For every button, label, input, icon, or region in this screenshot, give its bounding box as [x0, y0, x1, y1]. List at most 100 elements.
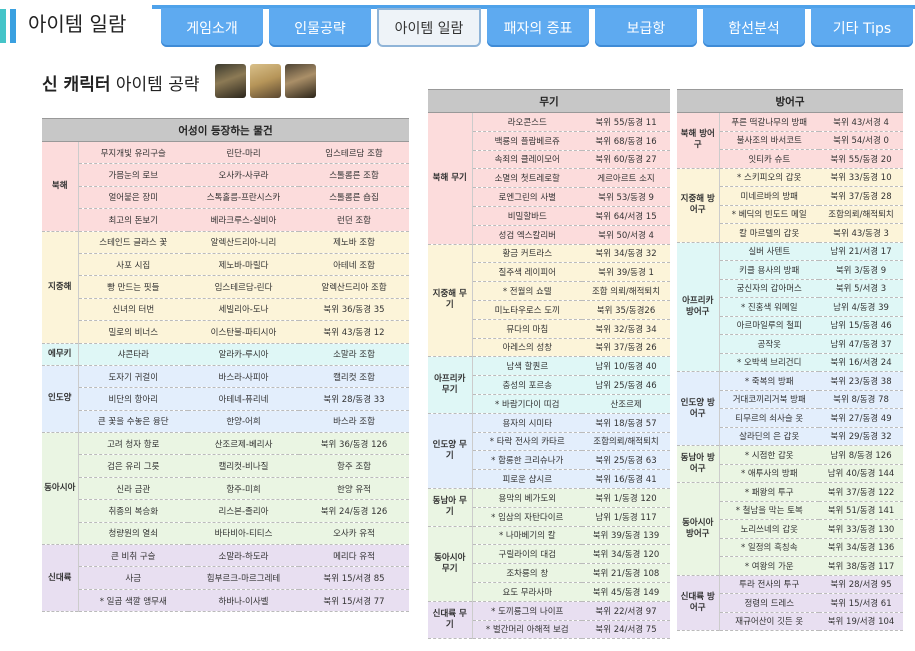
table-cell: 로엔그린의 사별: [472, 187, 582, 207]
table-cell: * 전월의 쇼텔: [472, 281, 582, 301]
table-cell: 하바나-이사벨: [188, 589, 299, 613]
tab-3[interactable]: 패자의 증표: [487, 8, 589, 47]
table-cell: 알렉산드리아 조합: [299, 275, 410, 299]
region-label: 신대륙 방어구: [677, 575, 720, 631]
table-row: 인도양 무기 용자의 시미타 북위 18/동경 57: [428, 413, 671, 489]
table-cell: * 시점한 갑옷: [719, 445, 819, 465]
table-cell: 성검 엑스칼리버: [472, 225, 582, 245]
region-label: 동아시아: [42, 432, 79, 546]
table-cell: 북위 51/동경 141: [819, 501, 904, 520]
table-row: 동남아 무기 용막의 베가도외 북위 1/동경 120: [428, 488, 671, 527]
table-cell: * 나마베기의 칼: [472, 526, 582, 546]
table-cell: 메리다 유적: [299, 544, 410, 568]
table-cell: 북위 27/동경 49: [819, 408, 904, 428]
table-cell: 투라 전사의 투구: [719, 575, 819, 594]
table-cell: 북위 43/동경 3: [819, 223, 904, 243]
table-cell: 오사카-사쿠라: [188, 163, 299, 187]
table-cell: 소멸의 첫트레로할: [472, 168, 582, 189]
table-cell: 북위 39/동경 139: [582, 526, 671, 546]
region-label: 신대륙 무기: [428, 601, 473, 640]
table-cell: 정령의 드레스: [719, 593, 819, 613]
table-cell: 아테네-퓨리네: [188, 387, 299, 411]
table-row: 아프리카 방어구 실버 사텐트 남위 21/서경 17: [677, 242, 904, 372]
table-cell: 북위 28/동경 33: [299, 387, 410, 411]
table-title: 방어구: [677, 89, 904, 113]
table-row: 지중해 방어구 * 스키피오의 갑옷 북위 33/동경 10: [677, 168, 904, 243]
table-row: 인도양 도자기 귀걸이 바스라-사피아 캘리컷 조합: [42, 365, 410, 434]
character-portrait: [215, 64, 246, 98]
table-cell: 소말라-하도라: [188, 544, 299, 568]
table-cell: 북위 25/동경 63: [582, 450, 671, 471]
table-cell: 북위 43/서경 4: [819, 112, 904, 132]
table-cell: 제노바 조합: [299, 231, 410, 254]
region-label: 아프리카 무기: [428, 356, 473, 414]
table-cell: 청량원의 열쇠: [78, 522, 188, 546]
table-cell: 궁신자의 갑아머스: [719, 279, 819, 298]
table-cell: 북위 18/동경 57: [582, 413, 671, 433]
table-cell: 신녀의 터번: [78, 298, 188, 322]
table-cell: 뮤다의 마침: [472, 319, 582, 339]
table-cell: 북위 55/동경 11: [582, 112, 671, 132]
region-label: 에무키: [42, 343, 79, 366]
table-cell: 스톡홀름-프란시스카: [188, 186, 299, 210]
table-cell: 비밀할바드: [472, 206, 582, 226]
table-title: 무기: [428, 89, 671, 113]
table-cell: 스톨롬른 조합: [299, 163, 410, 187]
table-cell: 북위 24/서경 75: [582, 620, 671, 640]
table-row: 사포 시집 제노바-마릴다 아테네 조합: [42, 253, 410, 277]
table-cell: 북위 36/동경 126: [299, 432, 410, 456]
table-cell: 잇티카 슈트: [719, 149, 819, 169]
table-cell: * 죽복의 방패: [719, 371, 819, 391]
table-cell: 미네르바의 방패: [719, 186, 819, 206]
table-cell: * 일정의 흑칭속: [719, 538, 819, 557]
table-row: 취종의 복승화 리스본-졸리아 북위 24/동경 126: [42, 499, 410, 523]
table-row: 동아시아 고려 청자 항로 산조르제-베리사 북위 36/동경 126: [42, 432, 410, 546]
table-cell: 스테인드 글라스 꽃: [78, 231, 188, 254]
tab-6[interactable]: 기타 Tips: [811, 8, 913, 47]
table-cell: 비단의 항아리: [78, 387, 188, 411]
table-cell: 북위 3/동경 9: [819, 260, 904, 280]
region-label: 지중해 방어구: [677, 168, 720, 243]
region-label: 동아시아 무기: [428, 526, 473, 602]
table-cell: 베라크루스-실비아: [188, 208, 299, 232]
table-cell: 남위 40/동경 144: [819, 464, 904, 483]
table-cell: 북위 37/동경 122: [819, 482, 904, 502]
page-header: 아이템 일람 게임소개 인물공략 아이템 일람 패자의 증표 보급항 함선분석 기타 Tip…: [0, 0, 915, 50]
tab-0[interactable]: 게임소개: [161, 8, 263, 47]
table-row: 비단의 항아리 아테네-퓨리네 북위 28/동경 33: [42, 387, 410, 411]
table-cell: * 오박색 브리건디: [719, 353, 819, 372]
region-label: 동아시아 방어구: [677, 482, 720, 576]
region-label: 아프리카 방어구: [677, 242, 720, 372]
table-cell: * 일곱 색깔 앵무새: [78, 589, 188, 613]
table-cell: 북위 60/동경 27: [582, 150, 671, 170]
region-label: 북해 방어구: [677, 112, 720, 169]
table-cell: 린단-마리: [188, 141, 299, 165]
table-cell: 북위 34/동경 136: [819, 538, 904, 557]
table-cell: 소말라 조합: [299, 343, 410, 366]
table-cell: 북위 53/동경 9: [582, 187, 671, 207]
table-cell: 살라딘의 은 갑옷: [719, 427, 819, 446]
region-label: 지중해: [42, 231, 79, 344]
table-cell: * 철남을 막는 토복: [719, 501, 819, 520]
tab-4[interactable]: 보급항: [595, 8, 697, 47]
table-cell: 남색 할퀀르: [472, 356, 582, 377]
table-cell: 북위 33/동경 130: [819, 519, 904, 539]
table-cell: 남위 21/서경 17: [819, 242, 904, 261]
table-cell: 칼 마르텔의 갑옷: [719, 223, 819, 243]
table-cell: 라오콘스드: [472, 112, 582, 132]
table-row: 사금 힘부르크-마르그레테 북위 15/서경 85: [42, 566, 410, 590]
tab-1[interactable]: 인물공략: [269, 8, 371, 47]
table-cell: 북위 32/동경 34: [582, 319, 671, 339]
table-cell: 바스라-사피아: [188, 365, 299, 389]
tab-5[interactable]: 함선분석: [703, 8, 805, 47]
region-label: 인도양: [42, 365, 79, 434]
table-cell: 남위 4/동경 39: [819, 297, 904, 317]
table-cell: 북위 43/동경 12: [299, 320, 410, 344]
section-title-rest: 아이템 공략: [110, 75, 200, 95]
tab-2[interactable]: 아이템 일람: [377, 8, 481, 47]
table-row: 북해 무기 라오콘스드 북위 55/동경 11: [428, 112, 671, 245]
table-cell: 북위 38/동경 117: [819, 556, 904, 576]
table-cell: 고려 청자 항로: [78, 432, 188, 456]
table-cell: 리스본-졸리아: [188, 499, 299, 523]
table-cell: 제노바-마릴다: [188, 253, 299, 277]
